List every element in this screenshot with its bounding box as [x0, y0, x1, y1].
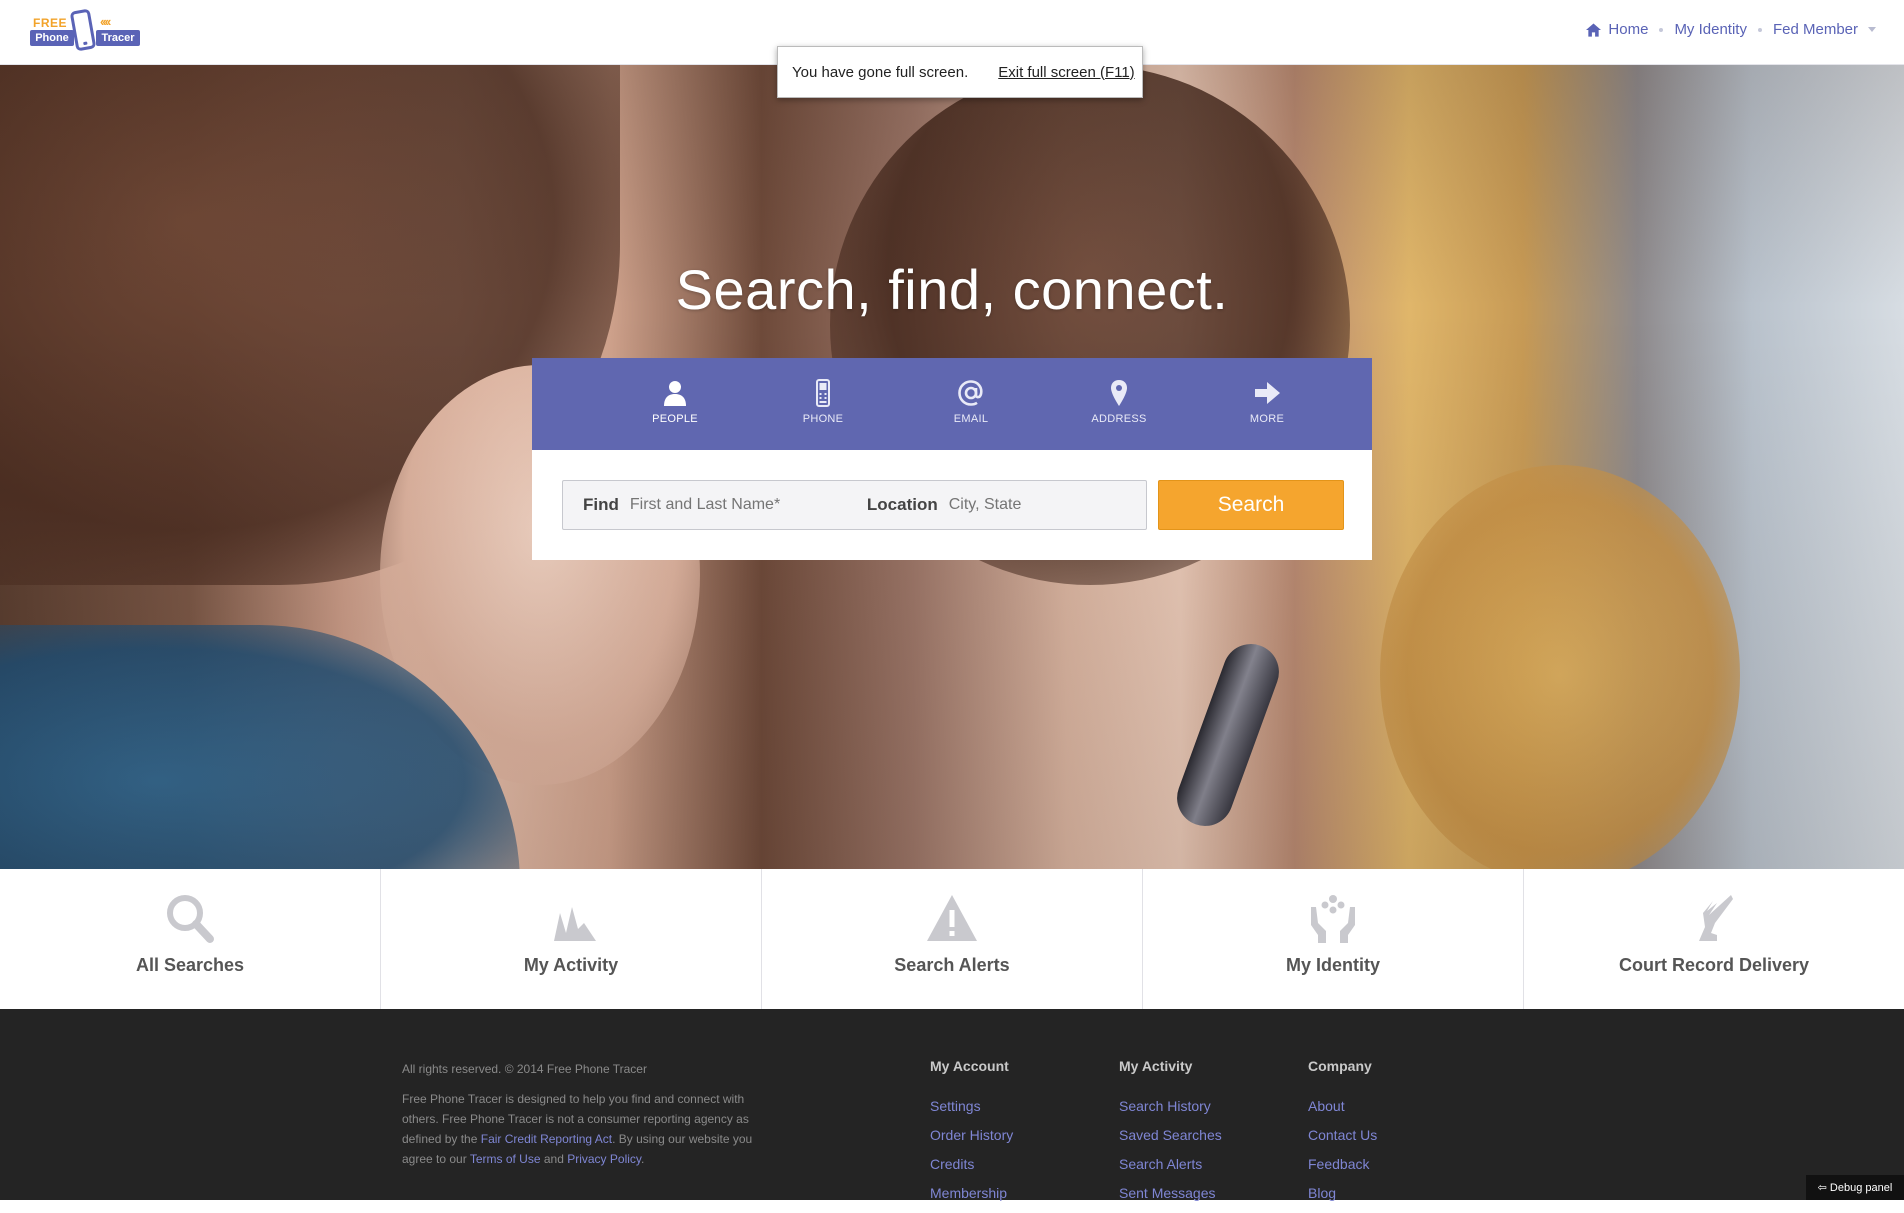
footer-about-text: and	[540, 1152, 568, 1166]
tab-email[interactable]: EMAIL	[897, 358, 1045, 450]
footer-link-blog[interactable]: Blog	[1308, 1184, 1377, 1203]
footer-link-saved-searches[interactable]: Saved Searches	[1119, 1126, 1222, 1145]
tab-more[interactable]: MORE	[1193, 358, 1341, 450]
footer-about-text: .	[641, 1152, 645, 1166]
logo-chevrons: ‹‹‹‹	[100, 14, 111, 29]
feature-court-record-delivery[interactable]: Court Record Delivery	[1524, 869, 1904, 1009]
nav-home-label: Home	[1608, 21, 1649, 38]
tab-phone-label: PHONE	[802, 413, 844, 425]
tab-email-label: EMAIL	[953, 413, 989, 425]
footer-link-about[interactable]: About	[1308, 1097, 1377, 1116]
footer-link-settings[interactable]: Settings	[930, 1097, 1013, 1116]
search-tabs: PEOPLE PHONE EMAIL ADDRESS MORE	[532, 358, 1372, 450]
logo-tracer-text: Tracer	[96, 30, 140, 46]
tab-address[interactable]: ADDRESS	[1045, 358, 1193, 450]
feature-my-identity[interactable]: My Identity	[1143, 869, 1524, 1009]
nav-separator	[1757, 27, 1762, 32]
footer-link-membership[interactable]: Membership	[930, 1184, 1013, 1203]
logo-phone-text: Phone	[30, 30, 74, 46]
footer-column-my-activity: My Activity Search History Saved Searche…	[1119, 1058, 1222, 1213]
location-input[interactable]	[946, 495, 1141, 515]
terms-link[interactable]: Terms of Use	[470, 1152, 541, 1166]
footer-link-order-history[interactable]: Order History	[930, 1126, 1013, 1145]
logo-free-text: FREE	[33, 16, 68, 30]
footer-about: All rights reserved. © 2014 Free Phone T…	[402, 1059, 782, 1179]
feature-all-searches-label: All Searches	[135, 955, 245, 975]
search-form: Find Location Search	[532, 450, 1372, 560]
footer-link-search-alerts[interactable]: Search Alerts	[1119, 1155, 1222, 1174]
hands-icon	[1311, 895, 1355, 943]
map-pin-icon	[1111, 380, 1127, 406]
feature-all-searches[interactable]: All Searches	[0, 869, 381, 1009]
nav-my-identity-label: My Identity	[1674, 21, 1747, 38]
feature-search-alerts-label: Search Alerts	[894, 955, 1010, 975]
location-label: Location	[866, 495, 938, 514]
tab-more-label: MORE	[1249, 413, 1285, 425]
nav-home[interactable]: Home	[1586, 21, 1648, 38]
privacy-link[interactable]: Privacy Policy	[567, 1152, 641, 1166]
find-label: Find	[583, 495, 619, 514]
feature-search-alerts[interactable]: Search Alerts	[762, 869, 1143, 1009]
feature-my-identity-label: My Identity	[1285, 955, 1380, 975]
nav-member-label: Fed Member	[1772, 21, 1858, 38]
nav-my-identity[interactable]: My Identity	[1674, 21, 1747, 38]
tab-people[interactable]: PEOPLE	[601, 358, 749, 450]
feature-my-activity[interactable]: My Activity	[381, 869, 762, 1009]
tab-phone[interactable]: PHONE	[749, 358, 897, 450]
tab-address-label: ADDRESS	[1091, 413, 1147, 425]
fullscreen-notice: You have gone full screen. Exit full scr…	[777, 46, 1143, 98]
activity-icon	[546, 907, 596, 941]
footer-column-company: Company About Contact Us Feedback Blog	[1308, 1058, 1377, 1213]
search-button[interactable]: Search	[1158, 480, 1344, 530]
feature-my-activity-label: My Activity	[523, 955, 619, 975]
logo[interactable]: FREE Phone ‹‹‹‹ Tracer	[30, 8, 140, 57]
magnifier-icon	[167, 895, 214, 943]
footer-column-title: My Activity	[1119, 1058, 1193, 1074]
exit-fullscreen-link[interactable]: Exit full screen (F11)	[998, 64, 1134, 81]
feature-court-record-delivery-label: Court Record Delivery	[1618, 955, 1810, 975]
arrow-right-icon	[1255, 382, 1280, 404]
fcra-link[interactable]: Fair Credit Reporting Act	[481, 1132, 612, 1146]
caret-down-icon	[1868, 27, 1876, 32]
footer-column-title: My Account	[930, 1058, 1009, 1074]
fullscreen-message: You have gone full screen.	[792, 63, 969, 81]
feature-strip: All Searches My Activity Search Alerts M…	[0, 869, 1904, 1009]
footer-column-title: Company	[1308, 1058, 1372, 1074]
home-icon	[1586, 22, 1602, 37]
footer: All rights reserved. © 2014 Free Phone T…	[0, 1009, 1904, 1201]
tab-people-label: PEOPLE	[652, 413, 698, 425]
nav-separator	[1659, 27, 1664, 32]
phone-icon	[816, 379, 830, 407]
footer-copyright: All rights reserved. © 2014 Free Phone T…	[402, 1062, 647, 1076]
footer-link-credits[interactable]: Credits	[930, 1155, 1013, 1174]
footer-link-sent-messages[interactable]: Sent Messages	[1119, 1184, 1222, 1203]
name-input[interactable]	[627, 495, 847, 515]
person-icon	[664, 381, 686, 406]
footer-link-search-history[interactable]: Search History	[1119, 1097, 1222, 1116]
winged-foot-icon	[1699, 895, 1733, 941]
search-field-group: Find Location	[562, 480, 1147, 530]
debug-panel-button[interactable]: ⇦ Debug panel	[1806, 1175, 1904, 1200]
top-nav: Home My Identity Fed Member	[1586, 21, 1876, 38]
at-icon	[958, 380, 983, 406]
footer-link-feedback[interactable]: Feedback	[1308, 1155, 1377, 1174]
search-widget: PEOPLE PHONE EMAIL ADDRESS MORE Find Loc…	[532, 358, 1372, 560]
footer-link-contact-us[interactable]: Contact Us	[1308, 1126, 1377, 1145]
nav-member-menu[interactable]: Fed Member	[1773, 21, 1876, 38]
hero-headline: Search, find, connect.	[675, 258, 1229, 321]
footer-column-my-account: My Account Settings Order History Credit…	[930, 1058, 1013, 1213]
footer-description: Free Phone Tracer is designed to help yo…	[402, 1089, 782, 1169]
warning-icon	[927, 895, 977, 941]
